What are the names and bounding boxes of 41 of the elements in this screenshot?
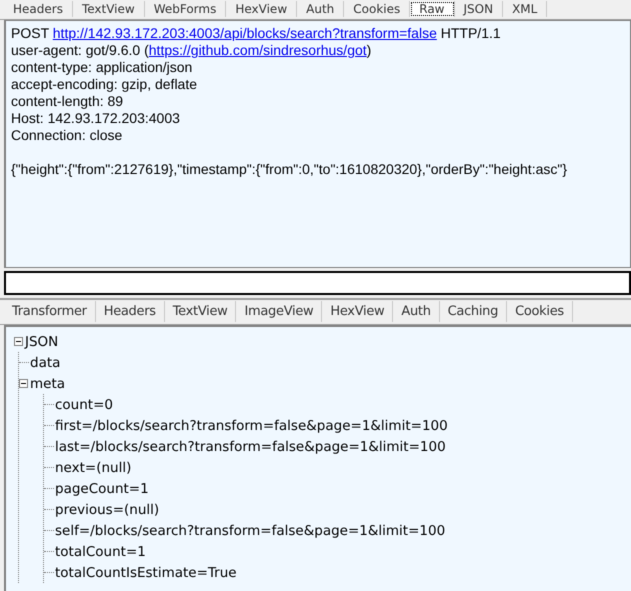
tree-node[interactable]: first=/blocks/search?transform=false&page=1&limit=100: [54, 418, 448, 434]
inspector-tab[interactable]: HexView: [226, 1, 298, 17]
inspector-tab[interactable]: Caching: [440, 301, 508, 322]
inspector-tab[interactable]: WebForms: [144, 1, 226, 17]
url-link[interactable]: https://github.com/sindresorhus/got: [148, 42, 367, 58]
request-body: {"height":{"from":2127619},"timestamp":{"from":0,"to":1610820320},"orderBy":"height:asc"}: [11, 161, 568, 178]
inspector-tab[interactable]: Auth: [297, 1, 344, 17]
inspector-tab[interactable]: Headers: [4, 1, 73, 17]
tree-node[interactable]: count=0: [54, 396, 113, 412]
inspector-tab[interactable]: Auth: [393, 301, 440, 322]
inspector-tab[interactable]: TextView: [72, 1, 145, 17]
inspector-tab[interactable]: Raw: [410, 1, 454, 17]
tree-node[interactable]: last=/blocks/search?transform=false&page=1&limit=100: [54, 438, 446, 454]
tree-node[interactable]: previous=(null): [54, 502, 160, 518]
inspector-tab[interactable]: TextView: [164, 301, 236, 322]
input-field[interactable]: [4, 271, 631, 295]
inspector-tab[interactable]: Transformer: [4, 301, 96, 322]
url-link[interactable]: http://142.93.172.203:4003/api/blocks/search?transform=false: [52, 25, 437, 41]
tree-node[interactable]: data: [29, 354, 60, 370]
collapse-toggle-icon[interactable]: [14, 337, 23, 346]
inspector-tab[interactable]: ImageView: [236, 301, 322, 322]
collapse-toggle-icon[interactable]: [19, 379, 28, 388]
request-line: user-agent: got/9.6.0 (https://github.com/sindresorhus/got): [11, 42, 372, 59]
tree-node[interactable]: self=/blocks/search?transform=false&page=1&limit=100: [54, 522, 446, 538]
request-line: content-length: 89: [11, 93, 124, 110]
tree-node[interactable]: totalCountIsEstimate=True: [54, 564, 237, 580]
tree-node[interactable]: JSON: [24, 334, 58, 350]
request-line: Connection: close: [11, 127, 124, 144]
request-line: content-type: application/json: [11, 59, 194, 76]
inspector-tab[interactable]: Headers: [96, 301, 165, 322]
request-line: accept-encoding: gzip, deflate: [11, 76, 198, 93]
tree-node[interactable]: meta: [29, 376, 66, 392]
tree-node[interactable]: pageCount=1: [54, 480, 149, 496]
inspector-tab[interactable]: JSON: [454, 1, 504, 17]
inspector-tab[interactable]: HexView: [322, 301, 394, 322]
inspector-tab[interactable]: Cookies: [507, 301, 573, 322]
inspector-tab[interactable]: XML: [503, 1, 548, 17]
request-line: POST http://142.93.172.203:4003/api/blocks/search?transform=false HTTP/1.1: [11, 25, 502, 42]
tree-node[interactable]: totalCount=1: [54, 544, 146, 560]
tree-node[interactable]: next=(null): [54, 460, 132, 476]
request-line: Host: 142.93.172.203:4003: [11, 110, 181, 127]
